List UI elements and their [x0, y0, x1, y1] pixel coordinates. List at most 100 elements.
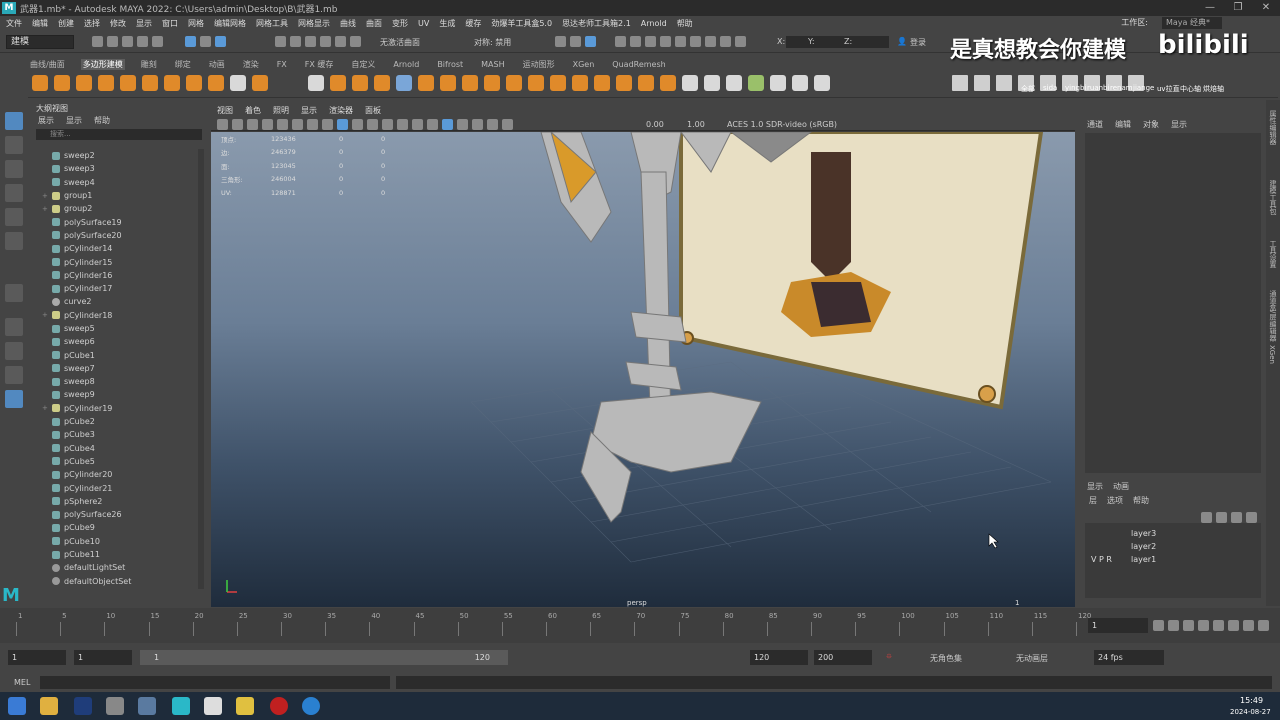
outliner-item[interactable]: polySurface19 [42, 215, 202, 228]
shadows-icon[interactable] [397, 119, 408, 130]
camera-attr-icon[interactable] [232, 119, 243, 130]
step-back-key-icon[interactable] [1168, 620, 1179, 631]
mirror-icon[interactable] [418, 75, 434, 91]
shelf-tab[interactable]: XGen [571, 60, 597, 69]
menu-item[interactable]: 创建 [58, 18, 74, 29]
outliner-item[interactable]: pCylinder21 [42, 481, 202, 494]
menu-item[interactable]: 编辑 [32, 18, 48, 29]
poly-cube-icon[interactable] [54, 75, 70, 91]
outliner-item[interactable]: pCube5 [42, 455, 202, 468]
svg-icon[interactable] [252, 75, 268, 91]
paint-select-icon[interactable] [5, 160, 23, 178]
outliner-layout-icon[interactable] [5, 390, 23, 408]
grid-icon[interactable] [277, 119, 288, 130]
menu-item[interactable]: 缓存 [465, 18, 481, 29]
outliner-menu-item[interactable]: 显示 [66, 115, 82, 127]
outliner-item[interactable]: sweep3 [42, 162, 202, 175]
layer-menu-item[interactable]: 层 [1089, 495, 1097, 506]
snap-curve-icon[interactable] [290, 36, 301, 47]
poly-plane-icon[interactable] [142, 75, 158, 91]
side-tab[interactable]: 工具设置 [1268, 240, 1278, 268]
select-object-icon[interactable] [200, 36, 211, 47]
maya-taskbar-icon[interactable] [172, 697, 190, 715]
outliner-item[interactable]: + group1 [42, 189, 202, 202]
play-back-icon[interactable] [1198, 620, 1209, 631]
shelf-tab[interactable]: FX 缓存 [303, 59, 336, 70]
maximize-icon[interactable]: ❐ [1224, 0, 1252, 16]
poly-cone-icon[interactable] [98, 75, 114, 91]
outliner-item[interactable]: sweep8 [42, 375, 202, 388]
render-view-icon[interactable] [630, 36, 641, 47]
play-forward-icon[interactable] [1213, 620, 1224, 631]
new-scene-icon[interactable] [92, 36, 103, 47]
shelf-tab[interactable]: FX [275, 60, 289, 69]
outliner-item[interactable]: pCube10 [42, 535, 202, 548]
menu-item[interactable]: 显示 [136, 18, 152, 29]
app-icon[interactable] [138, 697, 156, 715]
superellipse-icon[interactable] [208, 75, 224, 91]
outliner-item[interactable]: sweep2 [42, 149, 202, 162]
last-tool-icon[interactable] [5, 284, 23, 302]
step-back-icon[interactable] [1183, 620, 1194, 631]
insert-loop-icon[interactable] [616, 75, 632, 91]
text-icon[interactable] [230, 75, 246, 91]
pause-icon[interactable] [690, 36, 701, 47]
scene-start-field[interactable]: 1 [8, 650, 66, 665]
photoshop-icon[interactable] [74, 697, 92, 715]
resolution-gate-icon[interactable] [307, 119, 318, 130]
menu-item[interactable]: 网格 [188, 18, 204, 29]
pause-ipr-icon[interactable] [735, 36, 746, 47]
menu-item[interactable]: 思达老师工具箱2.1 [562, 18, 631, 29]
uv-editor-icon[interactable] [682, 75, 698, 91]
channelbox-menu-item[interactable]: 通道 [1087, 119, 1103, 130]
login-button[interactable]: 登录 [910, 37, 926, 48]
stop-icon[interactable] [705, 36, 716, 47]
new-layer-icon[interactable] [1231, 512, 1242, 523]
xray-active-icon[interactable] [502, 119, 513, 130]
outliner-item[interactable]: + group2 [42, 202, 202, 215]
layer-move-up-icon[interactable] [1201, 512, 1212, 523]
sew-uv-icon[interactable] [770, 75, 786, 91]
mel-label[interactable]: MEL [14, 678, 30, 687]
render-setup-icon[interactable] [555, 36, 566, 47]
menu-item[interactable]: 文件 [6, 18, 22, 29]
current-frame-field[interactable]: 1 [1088, 618, 1148, 633]
channelbox-menu-item[interactable]: 显示 [1171, 119, 1187, 130]
shelf-tab[interactable]: 绑定 [173, 59, 193, 70]
outliner-menu-item[interactable]: 展示 [38, 115, 54, 127]
app-icon[interactable] [106, 697, 124, 715]
layer-menu-item[interactable]: 选项 [1107, 495, 1123, 506]
script-sida-icon[interactable] [974, 75, 990, 91]
viewport-menu-item[interactable]: 渲染器 [329, 105, 353, 116]
scene-end-field[interactable]: 200 [814, 650, 872, 665]
outliner-item[interactable]: curve2 [42, 295, 202, 308]
outliner-menu-item[interactable]: 帮助 [94, 115, 110, 127]
layer-row[interactable]: V P Rlayer1 [1085, 553, 1261, 566]
menu-item[interactable]: 编辑网格 [214, 18, 246, 29]
shelf-tab[interactable]: MASH [479, 60, 506, 69]
app-icon[interactable] [236, 697, 254, 715]
layer-menu-item[interactable]: 帮助 [1133, 495, 1149, 506]
move-tool-icon[interactable] [5, 184, 23, 202]
bevel-icon[interactable] [484, 75, 500, 91]
outliner-item[interactable]: sweep6 [42, 335, 202, 348]
shelf-tab[interactable]: QuadRemesh [610, 60, 667, 69]
snap-grid-icon[interactable] [275, 36, 286, 47]
redo-icon[interactable] [152, 36, 163, 47]
outliner-item[interactable]: defaultObjectSet [42, 575, 202, 588]
xray-icon[interactable] [457, 119, 468, 130]
new-layer-selected-icon[interactable] [1246, 512, 1257, 523]
side-tab[interactable]: 属性编辑器 [1268, 110, 1278, 145]
outliner-item[interactable]: polySurface26 [42, 508, 202, 521]
windows-start-icon[interactable] [8, 697, 26, 715]
camera-icon[interactable] [217, 119, 228, 130]
poly-cylinder-icon[interactable] [76, 75, 92, 91]
outliner-item[interactable]: pCube9 [42, 521, 202, 534]
quad-draw-icon[interactable] [594, 75, 610, 91]
outliner-item[interactable]: sweep5 [42, 322, 202, 335]
go-end-icon[interactable] [1258, 620, 1269, 631]
shelf-tab[interactable]: 动画 [207, 59, 227, 70]
select-hierarchy-icon[interactable] [185, 36, 196, 47]
outliner-item[interactable]: + pCylinder18 [42, 309, 202, 322]
app-icon[interactable] [302, 697, 320, 715]
